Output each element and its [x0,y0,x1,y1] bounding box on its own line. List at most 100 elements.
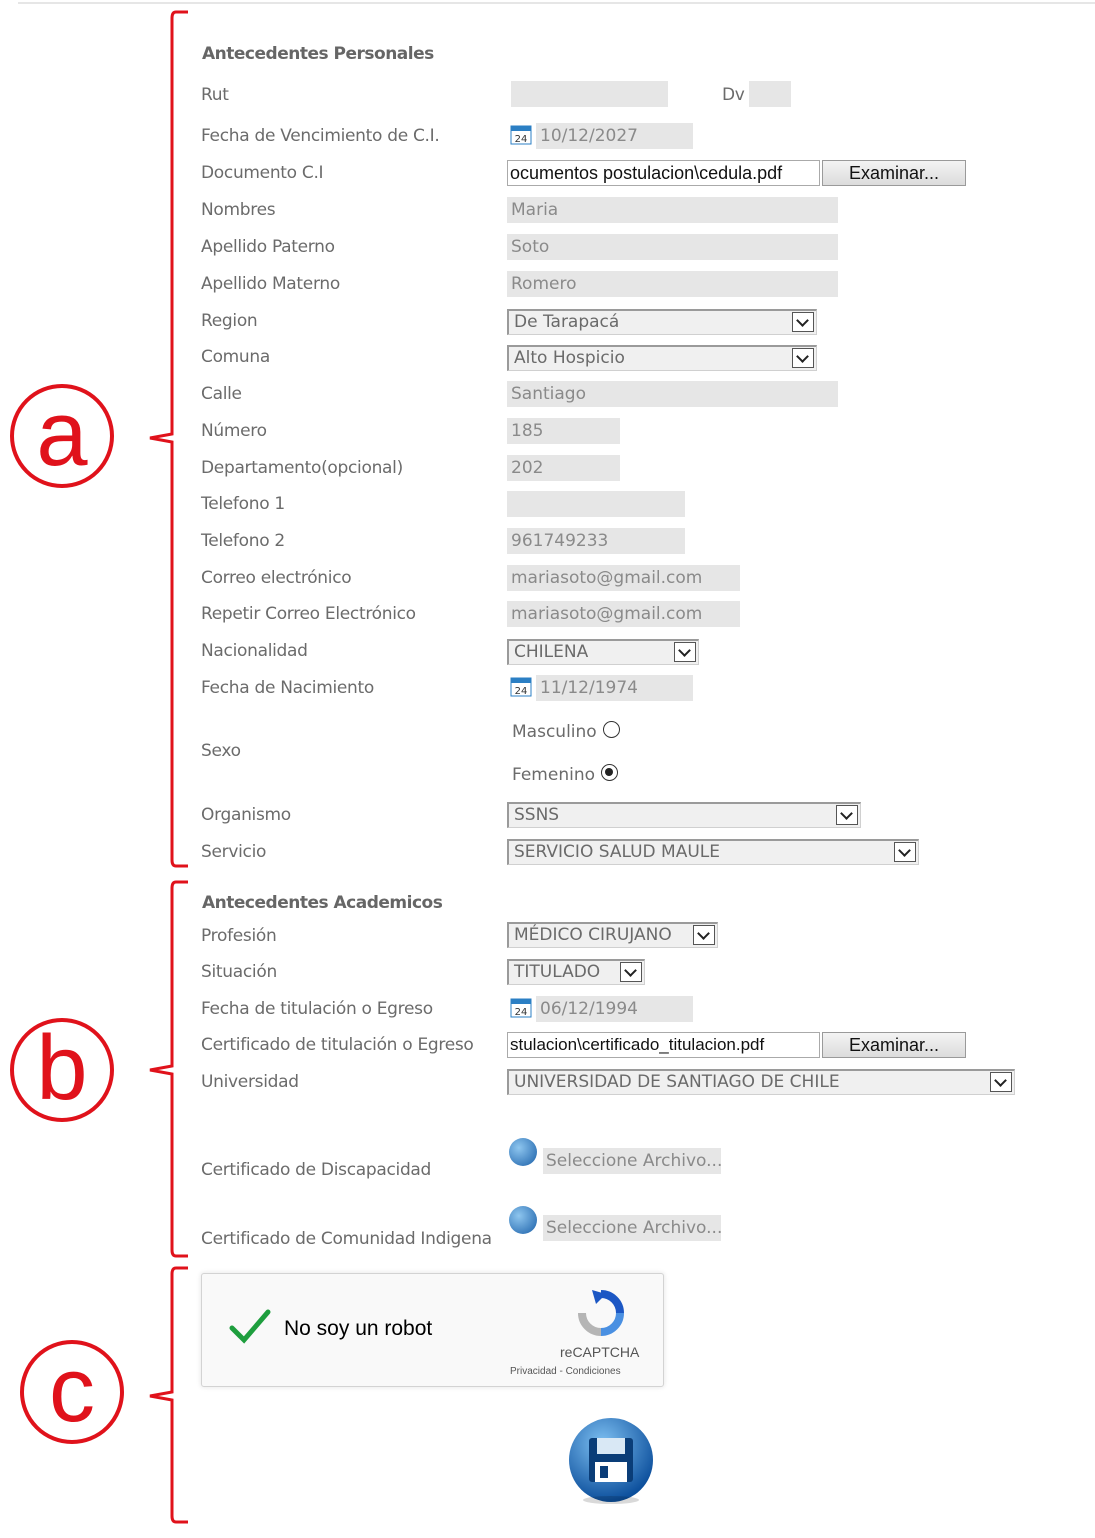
tel1-input[interactable] [507,491,685,517]
situacion-label: Situación [201,962,277,982]
organismo-value: SSNS [514,805,560,825]
universidad-value: UNIVERSIDAD DE SANTIAGO DE CHILE [514,1072,840,1092]
recaptcha-terms[interactable]: Privacidad - Condiciones [510,1366,621,1377]
doc-ci-file-input[interactable]: ocumentos postulacion\cedula.pdf [507,160,820,186]
depto-label: Departamento(opcional) [201,458,403,478]
top-divider [18,2,1095,4]
rut-label: Rut [201,85,229,105]
ci-expiry-label: Fecha de Vencimiento de C.I. [201,126,440,146]
calle-input[interactable]: Santiago [507,381,838,407]
nacionalidad-value: CHILENA [514,642,589,662]
universidad-label: Universidad [201,1072,299,1092]
nacimiento-label: Fecha de Nacimiento [201,678,374,698]
profesion-value: MÉDICO CIRUJANO [514,925,672,945]
academic-section-title: Antecedentes Academicos [202,893,443,913]
rut-input[interactable] [511,81,668,107]
nacionalidad-label: Nacionalidad [201,641,308,661]
calendar-icon[interactable]: 24 [510,123,532,145]
paterno-label: Apellido Paterno [201,237,335,257]
materno-label: Apellido Materno [201,274,340,294]
email2-label: Repetir Correo Electrónico [201,604,416,624]
servicio-label: Servicio [201,842,267,862]
recaptcha-logo-icon [578,1290,624,1336]
tel2-label: Telefono 2 [201,531,285,551]
universidad-select[interactable]: UNIVERSIDAD DE SANTIAGO DE CHILE [507,1069,1015,1095]
save-floppy-icon[interactable] [567,1416,655,1506]
calendar-icon[interactable]: 24 [510,996,532,1018]
depto-input[interactable]: 202 [507,455,620,481]
checkmark-icon[interactable] [228,1306,272,1346]
upload-globe-icon[interactable] [509,1138,537,1166]
chevron-down-icon[interactable] [990,1072,1012,1092]
femenino-label: Femenino [512,765,595,785]
organismo-label: Organismo [201,805,291,825]
tel2-input[interactable]: 961749233 [507,528,685,554]
annotation-a: a [10,384,114,488]
region-select[interactable]: De Tarapacá [507,309,817,335]
dv-label: Dv [722,85,745,105]
chevron-down-icon[interactable] [792,348,814,368]
numero-label: Número [201,421,267,441]
profesion-label: Profesión [201,926,277,946]
recaptcha-label: No soy un robot [284,1317,433,1340]
situacion-value: TITULADO [514,962,601,982]
tel1-label: Telefono 1 [201,494,285,514]
cert-titulo-file-input[interactable]: stulacion\certificado_titulacion.pdf [507,1032,820,1058]
organismo-select[interactable]: SSNS [507,802,861,828]
email2-input[interactable]: mariasoto@gmail.com [507,601,740,627]
nombres-label: Nombres [201,200,276,220]
chevron-down-icon[interactable] [674,642,696,662]
email-input[interactable]: mariasoto@gmail.com [507,565,740,591]
materno-input[interactable]: Romero [507,271,838,297]
indigena-select-file-button[interactable]: Seleccione Archivo... [543,1215,722,1241]
comuna-label: Comuna [201,347,270,367]
situacion-select[interactable]: TITULADO [507,959,645,985]
masculino-label: Masculino [512,722,597,742]
bracket-c [149,1266,188,1524]
svg-text:24: 24 [515,686,528,697]
chevron-down-icon[interactable] [894,842,916,862]
servicio-value: SERVICIO SALUD MAULE [514,842,720,862]
fecha-titulo-label: Fecha de titulación o Egreso [201,999,433,1019]
personal-section-title: Antecedentes Personales [202,44,434,64]
doc-ci-browse-button[interactable]: Examinar... [822,160,966,186]
region-value: De Tarapacá [514,312,620,332]
servicio-select[interactable]: SERVICIO SALUD MAULE [507,839,919,865]
ci-expiry-input[interactable]: 10/12/2027 [536,123,693,149]
nacimiento-input[interactable]: 11/12/1974 [536,675,693,701]
calendar-icon[interactable]: 24 [510,675,532,697]
region-label: Region [201,311,258,331]
chevron-down-icon[interactable] [620,962,642,982]
annotation-c: c [20,1340,124,1444]
comuna-select[interactable]: Alto Hospicio [507,345,817,371]
fecha-titulo-input[interactable]: 06/12/1994 [536,996,693,1022]
chevron-down-icon[interactable] [836,805,858,825]
doc-ci-label: Documento C.I [201,163,324,183]
profesion-select[interactable]: MÉDICO CIRUJANO [507,922,718,948]
annotation-b: b [10,1018,114,1122]
indigena-label: Certificado de Comunidad Indigena [201,1229,492,1249]
calle-label: Calle [201,384,242,404]
discapacidad-select-file-button[interactable]: Seleccione Archivo... [543,1148,722,1174]
svg-text:24: 24 [515,1007,528,1018]
paterno-input[interactable]: Soto [507,234,838,260]
recaptcha-widget: No soy un robot reCAPTCHA Privacidad - C… [201,1273,664,1387]
femenino-radio[interactable] [601,764,618,781]
discapacidad-label: Certificado de Discapacidad [201,1160,432,1180]
recaptcha-brand: reCAPTCHA [560,1344,640,1360]
bracket-a [149,10,188,868]
cert-titulo-label: Certificado de titulación o Egreso [201,1035,474,1055]
chevron-down-icon[interactable] [693,925,715,945]
numero-input[interactable]: 185 [507,418,620,444]
dv-input[interactable] [749,81,791,107]
bracket-b [149,880,188,1258]
nombres-input[interactable]: Maria [507,197,838,223]
comuna-value: Alto Hospicio [514,348,625,368]
nacionalidad-select[interactable]: CHILENA [507,639,699,665]
email-label: Correo electrónico [201,568,352,588]
upload-globe-icon[interactable] [509,1206,537,1234]
svg-text:24: 24 [515,134,528,145]
cert-titulo-browse-button[interactable]: Examinar... [822,1032,966,1058]
chevron-down-icon[interactable] [792,312,814,332]
masculino-radio[interactable] [603,721,620,738]
